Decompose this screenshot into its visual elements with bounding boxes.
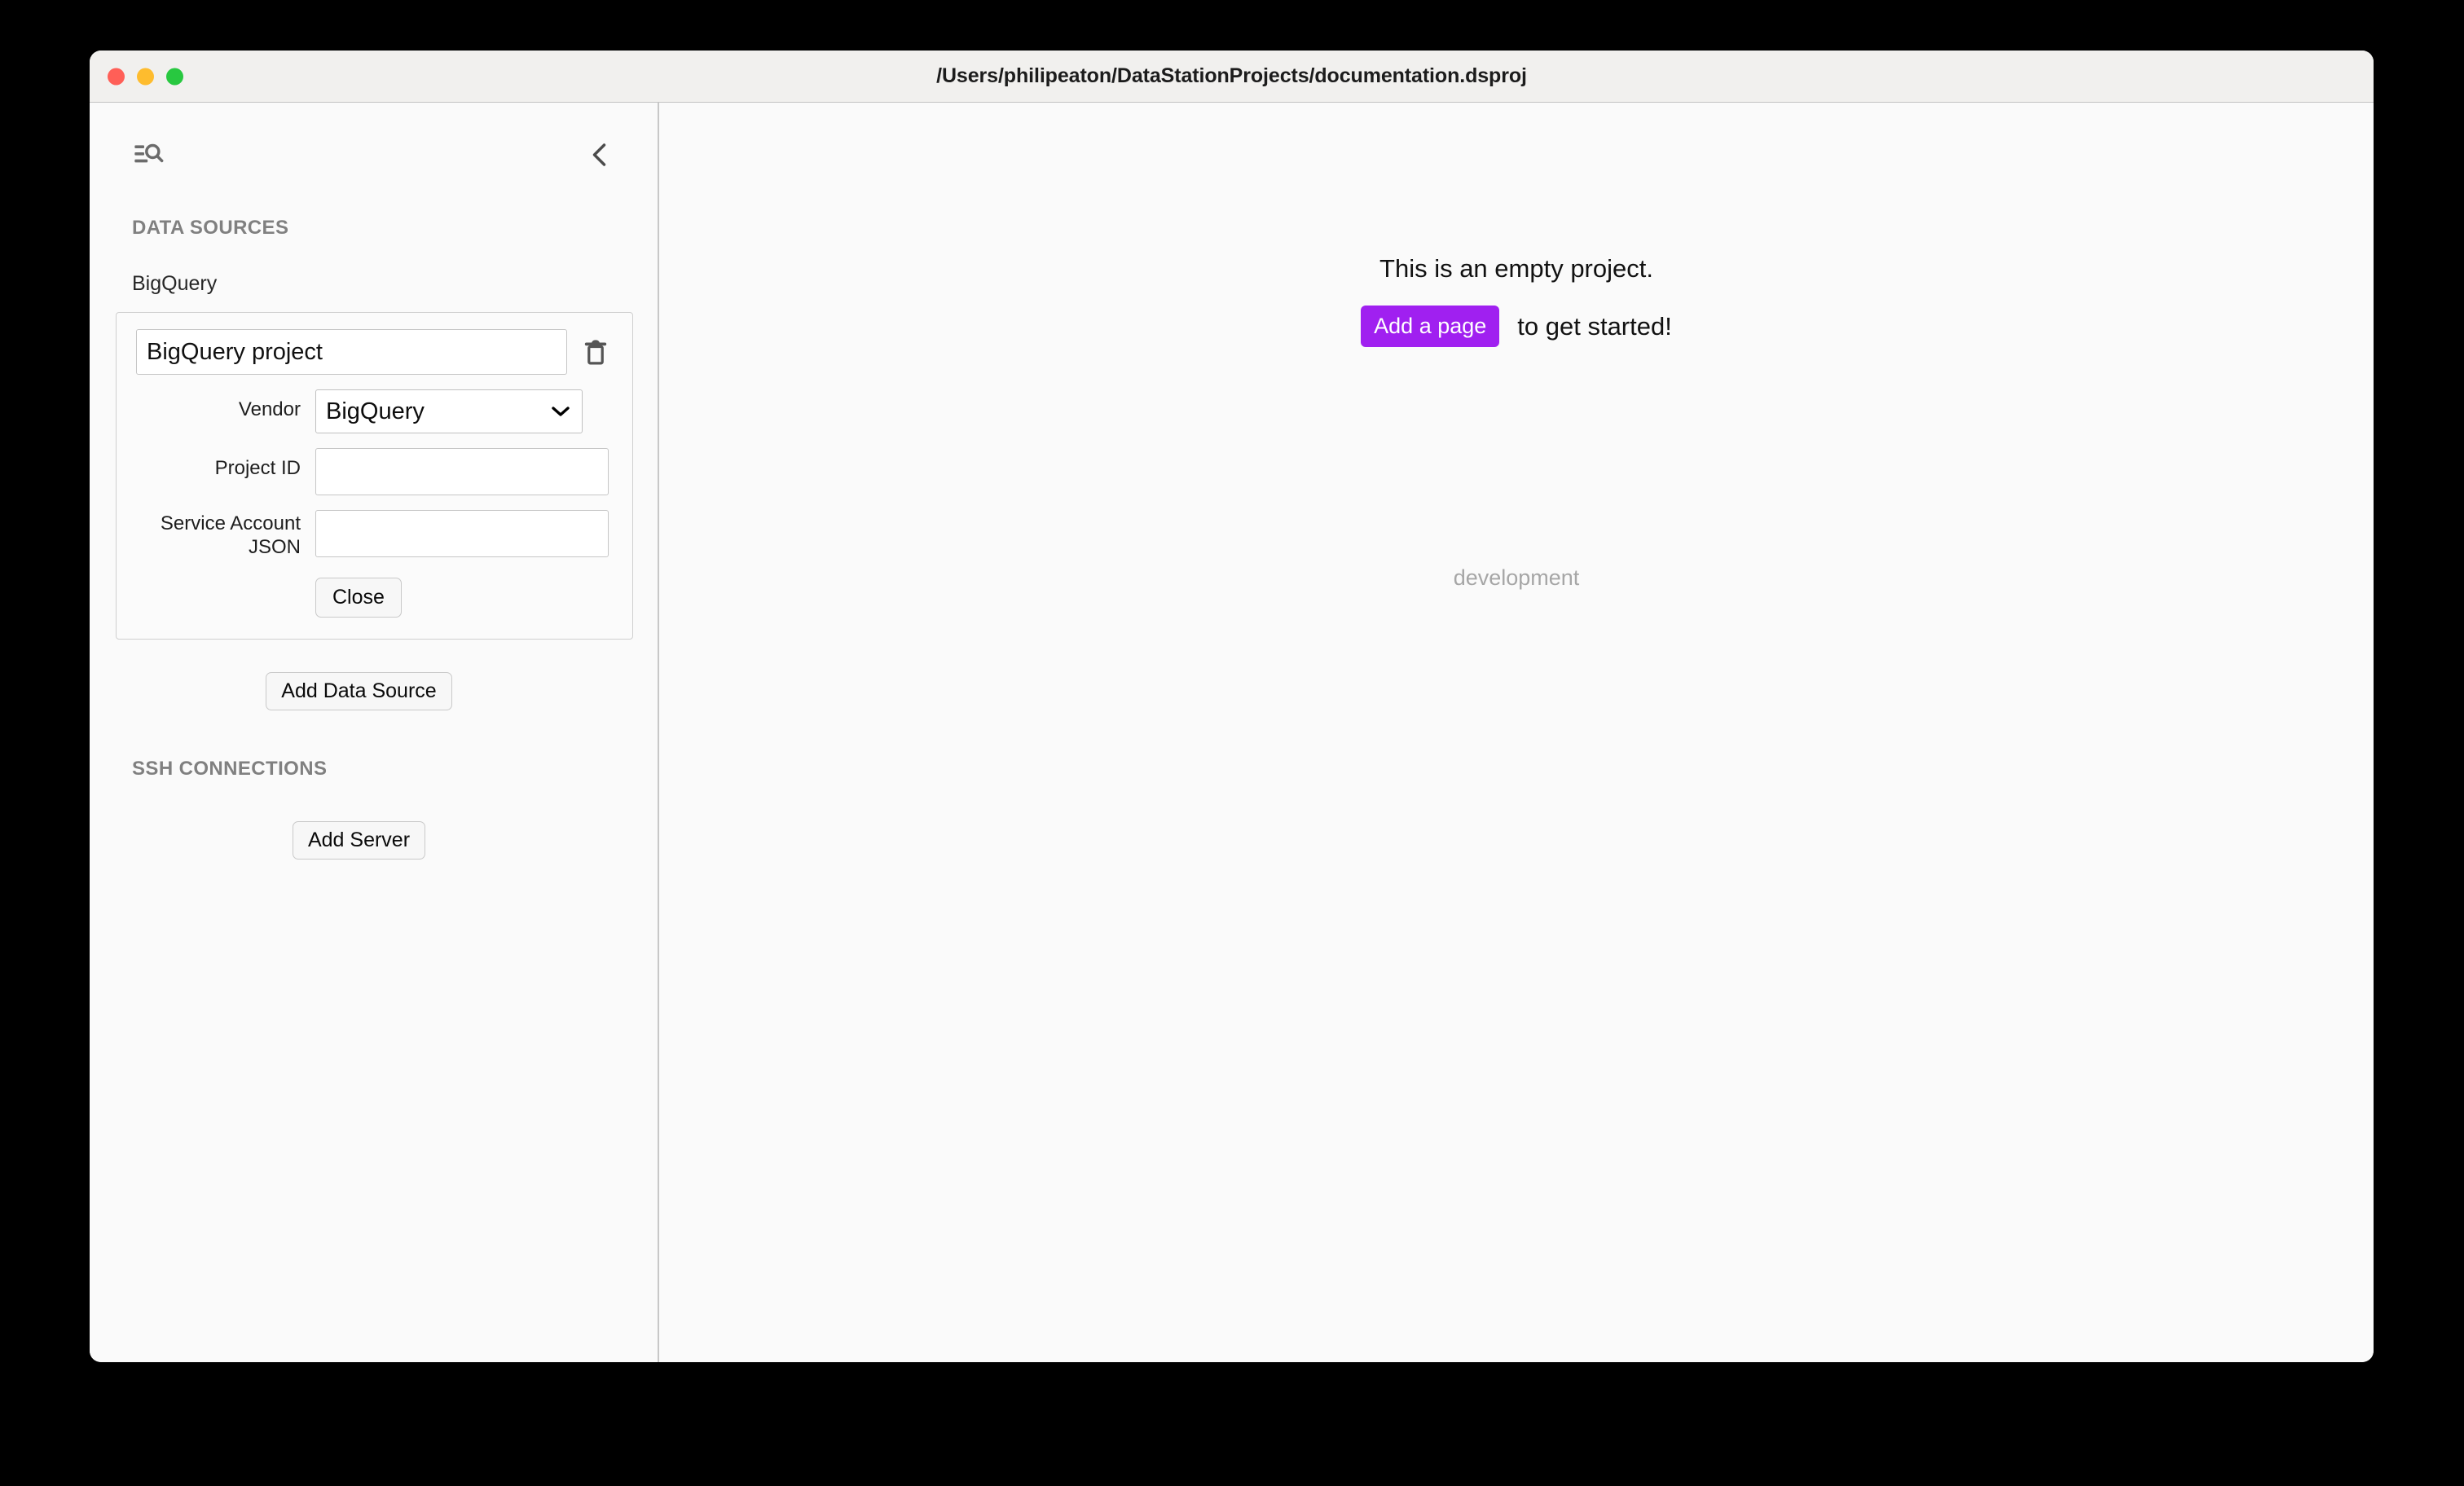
vendor-label: Vendor: [136, 389, 315, 421]
chevron-left-icon: [586, 140, 615, 169]
ssh-connections-heading: SSH CONNECTIONS: [132, 758, 658, 780]
add-page-button[interactable]: Add a page: [1361, 306, 1499, 347]
service-account-json-field-row: Service Account JSON: [136, 510, 613, 560]
vendor-control: BigQuery: [315, 389, 613, 433]
empty-project-title: This is an empty project.: [659, 254, 2374, 284]
collapse-sidebar-button[interactable]: [586, 140, 615, 169]
project-id-label: Project ID: [136, 448, 315, 480]
empty-project-message: This is an empty project. Add a page to …: [659, 254, 2374, 347]
trash-icon: [582, 336, 609, 367]
close-data-source-button[interactable]: Close: [315, 578, 402, 618]
sidebar: DATA SOURCES BigQuery Vendor: [90, 103, 659, 1362]
add-data-source-row: Add Data Source: [90, 672, 658, 710]
project-id-field-row: Project ID: [136, 448, 613, 495]
traffic-lights: [108, 68, 183, 85]
close-window-button[interactable]: [108, 68, 125, 85]
search-list-icon-glyph: [132, 138, 165, 171]
data-source-name-label: BigQuery: [132, 272, 658, 296]
add-data-source-button[interactable]: Add Data Source: [266, 672, 451, 710]
close-row: Close: [136, 578, 613, 618]
project-id-input[interactable]: [315, 448, 609, 495]
window-body: DATA SOURCES BigQuery Vendor: [90, 103, 2374, 1362]
window-title: /Users/philipeaton/DataStationProjects/d…: [90, 64, 2374, 88]
service-account-json-control: [315, 510, 613, 557]
minimize-window-button[interactable]: [137, 68, 154, 85]
sidebar-toolbar: [90, 103, 658, 171]
service-account-json-label: Service Account JSON: [136, 510, 315, 560]
vendor-select-wrap: BigQuery: [315, 389, 583, 433]
add-server-row: Add Server: [90, 821, 658, 860]
main-canvas: This is an empty project. Add a page to …: [659, 103, 2374, 1362]
service-account-json-input[interactable]: [315, 510, 609, 557]
data-sources-heading: DATA SOURCES: [132, 217, 658, 240]
data-source-panel: Vendor BigQuery Project ID: [116, 312, 633, 640]
vendor-field-row: Vendor BigQuery: [136, 389, 613, 433]
delete-data-source-button[interactable]: [579, 336, 613, 367]
data-source-header-row: [136, 329, 613, 375]
window-titlebar: /Users/philipeaton/DataStationProjects/d…: [90, 51, 2374, 103]
search-list-icon[interactable]: [132, 138, 165, 171]
project-id-control: [315, 448, 613, 495]
maximize-window-button[interactable]: [166, 68, 183, 85]
empty-project-suffix: to get started!: [1517, 312, 1672, 341]
app-window: /Users/philipeaton/DataStationProjects/d…: [90, 51, 2374, 1362]
vendor-select[interactable]: BigQuery: [315, 389, 583, 433]
data-source-name-input[interactable]: [136, 329, 567, 375]
empty-project-cta: Add a page to get started!: [659, 306, 2374, 347]
add-server-button[interactable]: Add Server: [293, 821, 425, 860]
environment-label: development: [659, 565, 2374, 591]
